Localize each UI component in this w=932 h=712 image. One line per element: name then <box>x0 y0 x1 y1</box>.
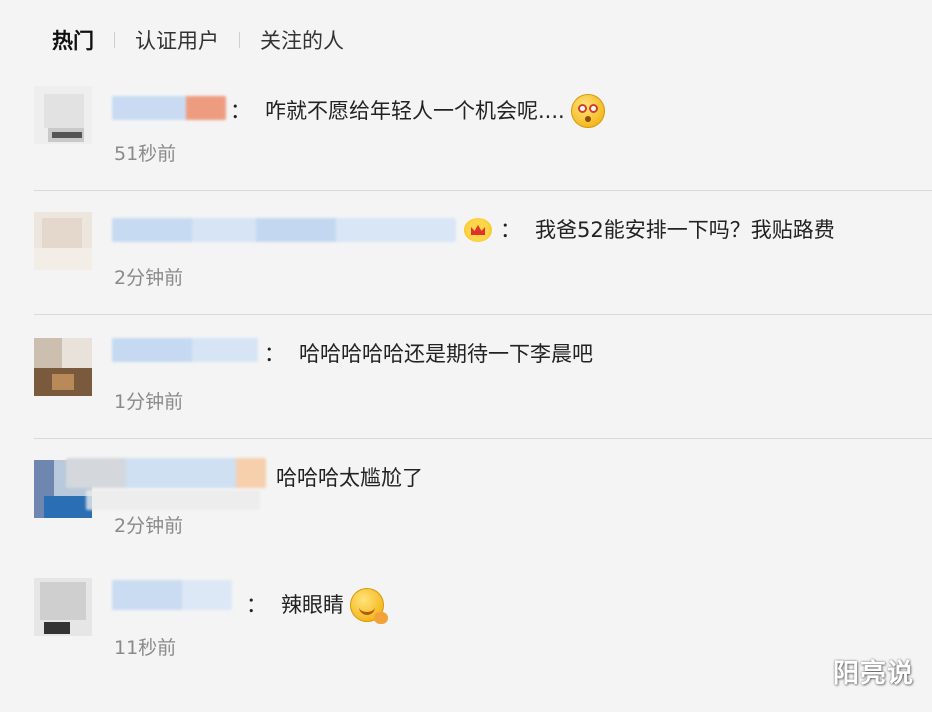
username-blurred[interactable] <box>112 580 232 610</box>
crown-icon <box>464 218 492 242</box>
avatar[interactable] <box>34 578 92 636</box>
comment-item: ： 哈哈哈哈哈还是期待一下李晨吧 1分钟前 <box>34 324 932 436</box>
tab-following[interactable]: 关注的人 <box>260 25 344 55</box>
tab-verified-users[interactable]: 认证用户 <box>135 25 219 55</box>
comment-item: ： 我爸52能安排一下吗？我贴路费 2分钟前 <box>34 200 932 312</box>
comment-time: 2分钟前 <box>114 515 184 537</box>
divider <box>34 314 932 315</box>
tab-divider <box>114 32 115 48</box>
divider <box>34 190 932 191</box>
username-blurred[interactable] <box>66 458 266 488</box>
tongue-face-emoji <box>350 588 388 624</box>
username-blurred[interactable] <box>112 218 456 242</box>
colon-separator: ： <box>264 342 285 366</box>
comment-time: 2分钟前 <box>114 267 184 289</box>
comment-time: 11秒前 <box>114 637 177 659</box>
comment-text: 我爸52能安排一下吗？我贴路费 <box>535 218 835 242</box>
comment-item: ： 辣眼睛 11秒前 <box>34 566 932 676</box>
comment-time: 1分钟前 <box>114 391 184 413</box>
avatar[interactable] <box>34 86 92 144</box>
colon-separator: ： <box>500 218 521 242</box>
comment-filter-tabs: 热门 认证用户 关注的人 <box>52 24 344 56</box>
amazed-face-emoji <box>570 94 605 128</box>
avatar[interactable] <box>34 212 92 270</box>
colon-separator: ： <box>246 593 267 617</box>
watermark: 阳亮说 <box>832 659 914 689</box>
comment-item: ： 咋就不愿给年轻人一个机会呢.... 51秒前 <box>34 78 932 188</box>
tab-hot[interactable]: 热门 <box>52 25 94 55</box>
comment-item: 哈哈哈太尴尬了 2分钟前 <box>34 448 932 558</box>
comment-text: 辣眼睛 <box>281 593 344 617</box>
colon-separator: ： <box>230 99 251 123</box>
comment-time: 51秒前 <box>114 143 177 165</box>
comment-text: 哈哈哈太尴尬了 <box>276 466 423 490</box>
comment-text: 咋就不愿给年轻人一个机会呢.... <box>265 99 565 123</box>
tab-divider <box>239 32 240 48</box>
username-blurred <box>86 490 260 510</box>
username-blurred[interactable] <box>112 338 258 362</box>
avatar[interactable] <box>34 338 92 396</box>
divider <box>34 438 932 439</box>
comment-text: 哈哈哈哈哈还是期待一下李晨吧 <box>299 342 593 366</box>
username-blurred[interactable] <box>112 96 226 120</box>
